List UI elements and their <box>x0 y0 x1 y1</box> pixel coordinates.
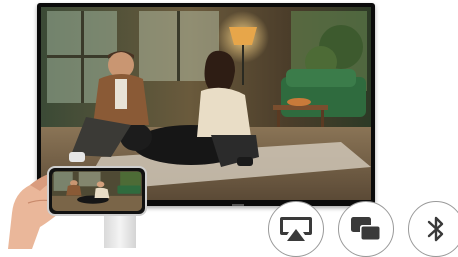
smartphone <box>47 166 147 216</box>
tv-brand-mark <box>232 204 244 206</box>
phone-scene-image <box>52 171 142 211</box>
airplay-icon <box>280 217 312 241</box>
bluetooth-icon <box>427 216 444 242</box>
screen-mirroring-icon <box>351 217 381 241</box>
phone-screen <box>52 171 142 211</box>
